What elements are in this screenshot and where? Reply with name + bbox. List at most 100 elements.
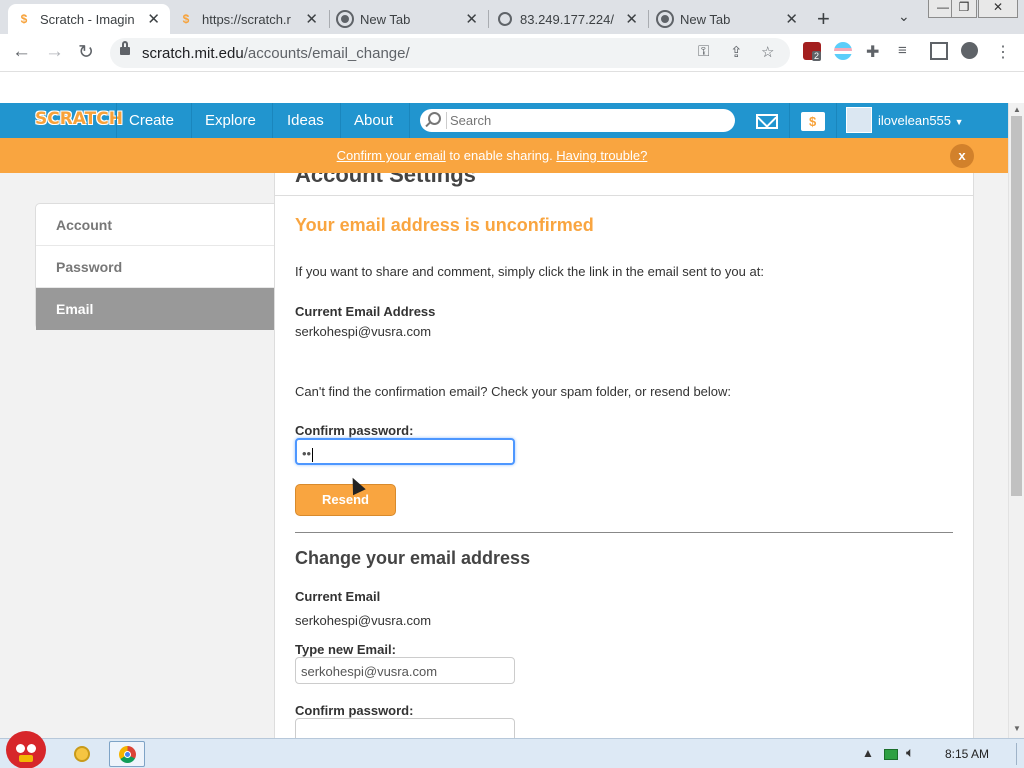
caret-down-icon: ▼: [954, 117, 964, 127]
spam-note: Can't find the confirmation email? Check…: [295, 384, 732, 399]
close-tab-icon[interactable]: ✕: [305, 10, 318, 28]
lock-icon: [120, 41, 130, 56]
messages-envelope-icon[interactable]: [756, 114, 778, 129]
having-trouble-link[interactable]: Having trouble?: [556, 148, 647, 163]
username-dropdown[interactable]: ilovelean555 ▼: [878, 113, 964, 128]
confirm-password-input-2[interactable]: [295, 718, 515, 738]
new-tab-plus-icon[interactable]: +: [817, 6, 830, 32]
tab-title: 83.249.177.224/: [520, 11, 614, 27]
nav-create-link[interactable]: Create: [129, 112, 174, 129]
current-email-value: serkohespi@vusra.com: [295, 324, 432, 339]
globe-icon: [498, 12, 512, 26]
tray-expand-arrow-icon[interactable]: ▲: [862, 746, 874, 760]
scroll-down-arrow-icon[interactable]: ▼: [1013, 724, 1021, 733]
start-button-angry-bird-icon[interactable]: [6, 731, 46, 768]
intro-text: If you want to share and comment, simply…: [295, 264, 764, 279]
nav-explore-link[interactable]: Explore: [205, 112, 256, 129]
scratch-navbar: SCRATCH Create Explore Ideas About $ ilo…: [0, 103, 1008, 138]
chrome-icon: [658, 12, 672, 26]
current-email-value-2: serkohespi@vusra.com: [295, 613, 432, 628]
page-scrollbar[interactable]: ▲ ▼: [1008, 103, 1024, 738]
profile-avatar-icon[interactable]: [961, 42, 978, 59]
tab-ip-address[interactable]: 83.249.177.224/ ✕: [490, 4, 648, 34]
resend-button[interactable]: Resend: [295, 484, 396, 516]
chrome-taskbar-icon[interactable]: [109, 741, 145, 767]
chrome-icon: [338, 12, 352, 26]
current-email-label-2: Current Email: [295, 589, 381, 604]
panel-header: Account Settings: [275, 173, 973, 196]
scratch-logo[interactable]: SCRATCH: [35, 109, 123, 129]
restore-window-button[interactable]: ❐: [951, 0, 977, 18]
reload-icon[interactable]: ↻: [78, 41, 94, 64]
close-tab-icon[interactable]: ✕: [147, 10, 160, 28]
taskbar-clock[interactable]: 8:15 AM: [945, 747, 989, 761]
unconfirmed-heading: Your email address is unconfirmed: [295, 215, 594, 235]
extension-flag-icon[interactable]: [834, 42, 852, 60]
tab-title: New Tab: [680, 11, 731, 27]
page-content: Account Password Email Account Settings …: [0, 173, 1008, 738]
close-banner-button[interactable]: x: [950, 144, 974, 168]
settings-panel: Account Settings Your email address is u…: [274, 173, 974, 738]
banner-middle-text: to enable sharing.: [445, 148, 557, 163]
email-confirm-banner: Confirm your email to enable sharing. Ha…: [0, 138, 1008, 173]
tab-title: New Tab: [360, 11, 411, 27]
settings-sidebar: Account Password Email: [35, 203, 275, 330]
page-title: Account Settings: [295, 173, 476, 187]
taskbar: ▲ 🔈︎ 8:15 AM: [0, 731, 1024, 768]
confirm-email-link[interactable]: Confirm your email: [337, 148, 446, 163]
new-email-input[interactable]: serkohespi@vusra.com: [295, 657, 515, 684]
show-desktop-button[interactable]: [1016, 743, 1022, 765]
current-email-label: Current Email Address: [295, 304, 436, 319]
key-icon[interactable]: ⚿: [698, 43, 709, 60]
puzzle-extensions-icon[interactable]: ✚: [866, 42, 884, 61]
volume-speaker-icon[interactable]: 🔈︎: [906, 744, 914, 761]
section-divider: [295, 532, 953, 533]
tab-strip: $ Scratch - Imagin ✕ $ https://scratch.r…: [0, 0, 1024, 34]
explorer-taskbar-icon[interactable]: [64, 741, 100, 767]
scratch-icon: $: [182, 12, 190, 26]
tab-scratch-active[interactable]: $ Scratch - Imagin ✕: [8, 4, 170, 34]
confirm-password-input[interactable]: ••: [295, 438, 515, 465]
close-tab-icon[interactable]: ✕: [465, 10, 478, 28]
battery-icon[interactable]: [884, 749, 898, 760]
kebab-menu-icon[interactable]: ⋮: [995, 42, 1013, 61]
close-tab-icon[interactable]: ✕: [625, 10, 638, 28]
close-window-button[interactable]: ✕: [978, 0, 1018, 18]
tab-scratch-2[interactable]: $ https://scratch.r ✕: [170, 4, 328, 34]
forward-arrow-icon[interactable]: →: [45, 41, 64, 63]
extension-badge: 2: [812, 51, 822, 61]
scratch-icon: $: [20, 12, 28, 26]
url-text: scratch.mit.edu/accounts/email_change/: [142, 45, 410, 62]
close-tab-icon[interactable]: ✕: [785, 10, 798, 28]
user-avatar[interactable]: [846, 107, 872, 133]
tab-title: https://scratch.r: [202, 11, 291, 27]
scroll-up-arrow-icon[interactable]: ▲: [1013, 105, 1021, 114]
chevron-down-icon[interactable]: ⌄: [898, 8, 910, 25]
nav-ideas-link[interactable]: Ideas: [287, 112, 324, 129]
back-arrow-icon[interactable]: ←: [12, 41, 31, 63]
sidebar-item-password[interactable]: Password: [36, 246, 275, 288]
ublock-extension-icon[interactable]: 2: [803, 42, 822, 61]
confirm-password-label: Confirm password:: [295, 423, 414, 438]
scrollbar-thumb[interactable]: [1011, 116, 1022, 496]
search-box: [420, 109, 735, 132]
my-stuff-folder-icon[interactable]: $: [801, 112, 825, 131]
sidebar-item-account[interactable]: Account: [36, 204, 275, 246]
browser-toolbar: ← → ↻ scratch.mit.edu/accounts/email_cha…: [0, 34, 1024, 72]
nav-about-link[interactable]: About: [354, 112, 393, 129]
bookmark-star-icon[interactable]: ☆: [761, 43, 774, 61]
address-bar[interactable]: scratch.mit.edu/accounts/email_change/ ⚿…: [110, 38, 790, 68]
banner-text: Confirm your email to enable sharing. Ha…: [0, 148, 984, 163]
confirm-password-label-2: Confirm password:: [295, 703, 414, 718]
change-email-heading: Change your email address: [295, 548, 531, 568]
search-icon[interactable]: [428, 112, 441, 125]
new-email-label: Type new Email:: [295, 642, 396, 657]
tab-new-tab-1[interactable]: New Tab ✕: [330, 4, 488, 34]
side-panel-icon[interactable]: [930, 42, 948, 60]
media-playlist-icon[interactable]: ≡: [898, 42, 916, 60]
search-input[interactable]: [450, 111, 720, 129]
share-icon[interactable]: ⇪: [730, 43, 743, 61]
tab-new-tab-2[interactable]: New Tab ✕: [650, 4, 808, 34]
sidebar-item-email[interactable]: Email: [36, 288, 275, 330]
tab-title: Scratch - Imagin: [40, 11, 135, 27]
